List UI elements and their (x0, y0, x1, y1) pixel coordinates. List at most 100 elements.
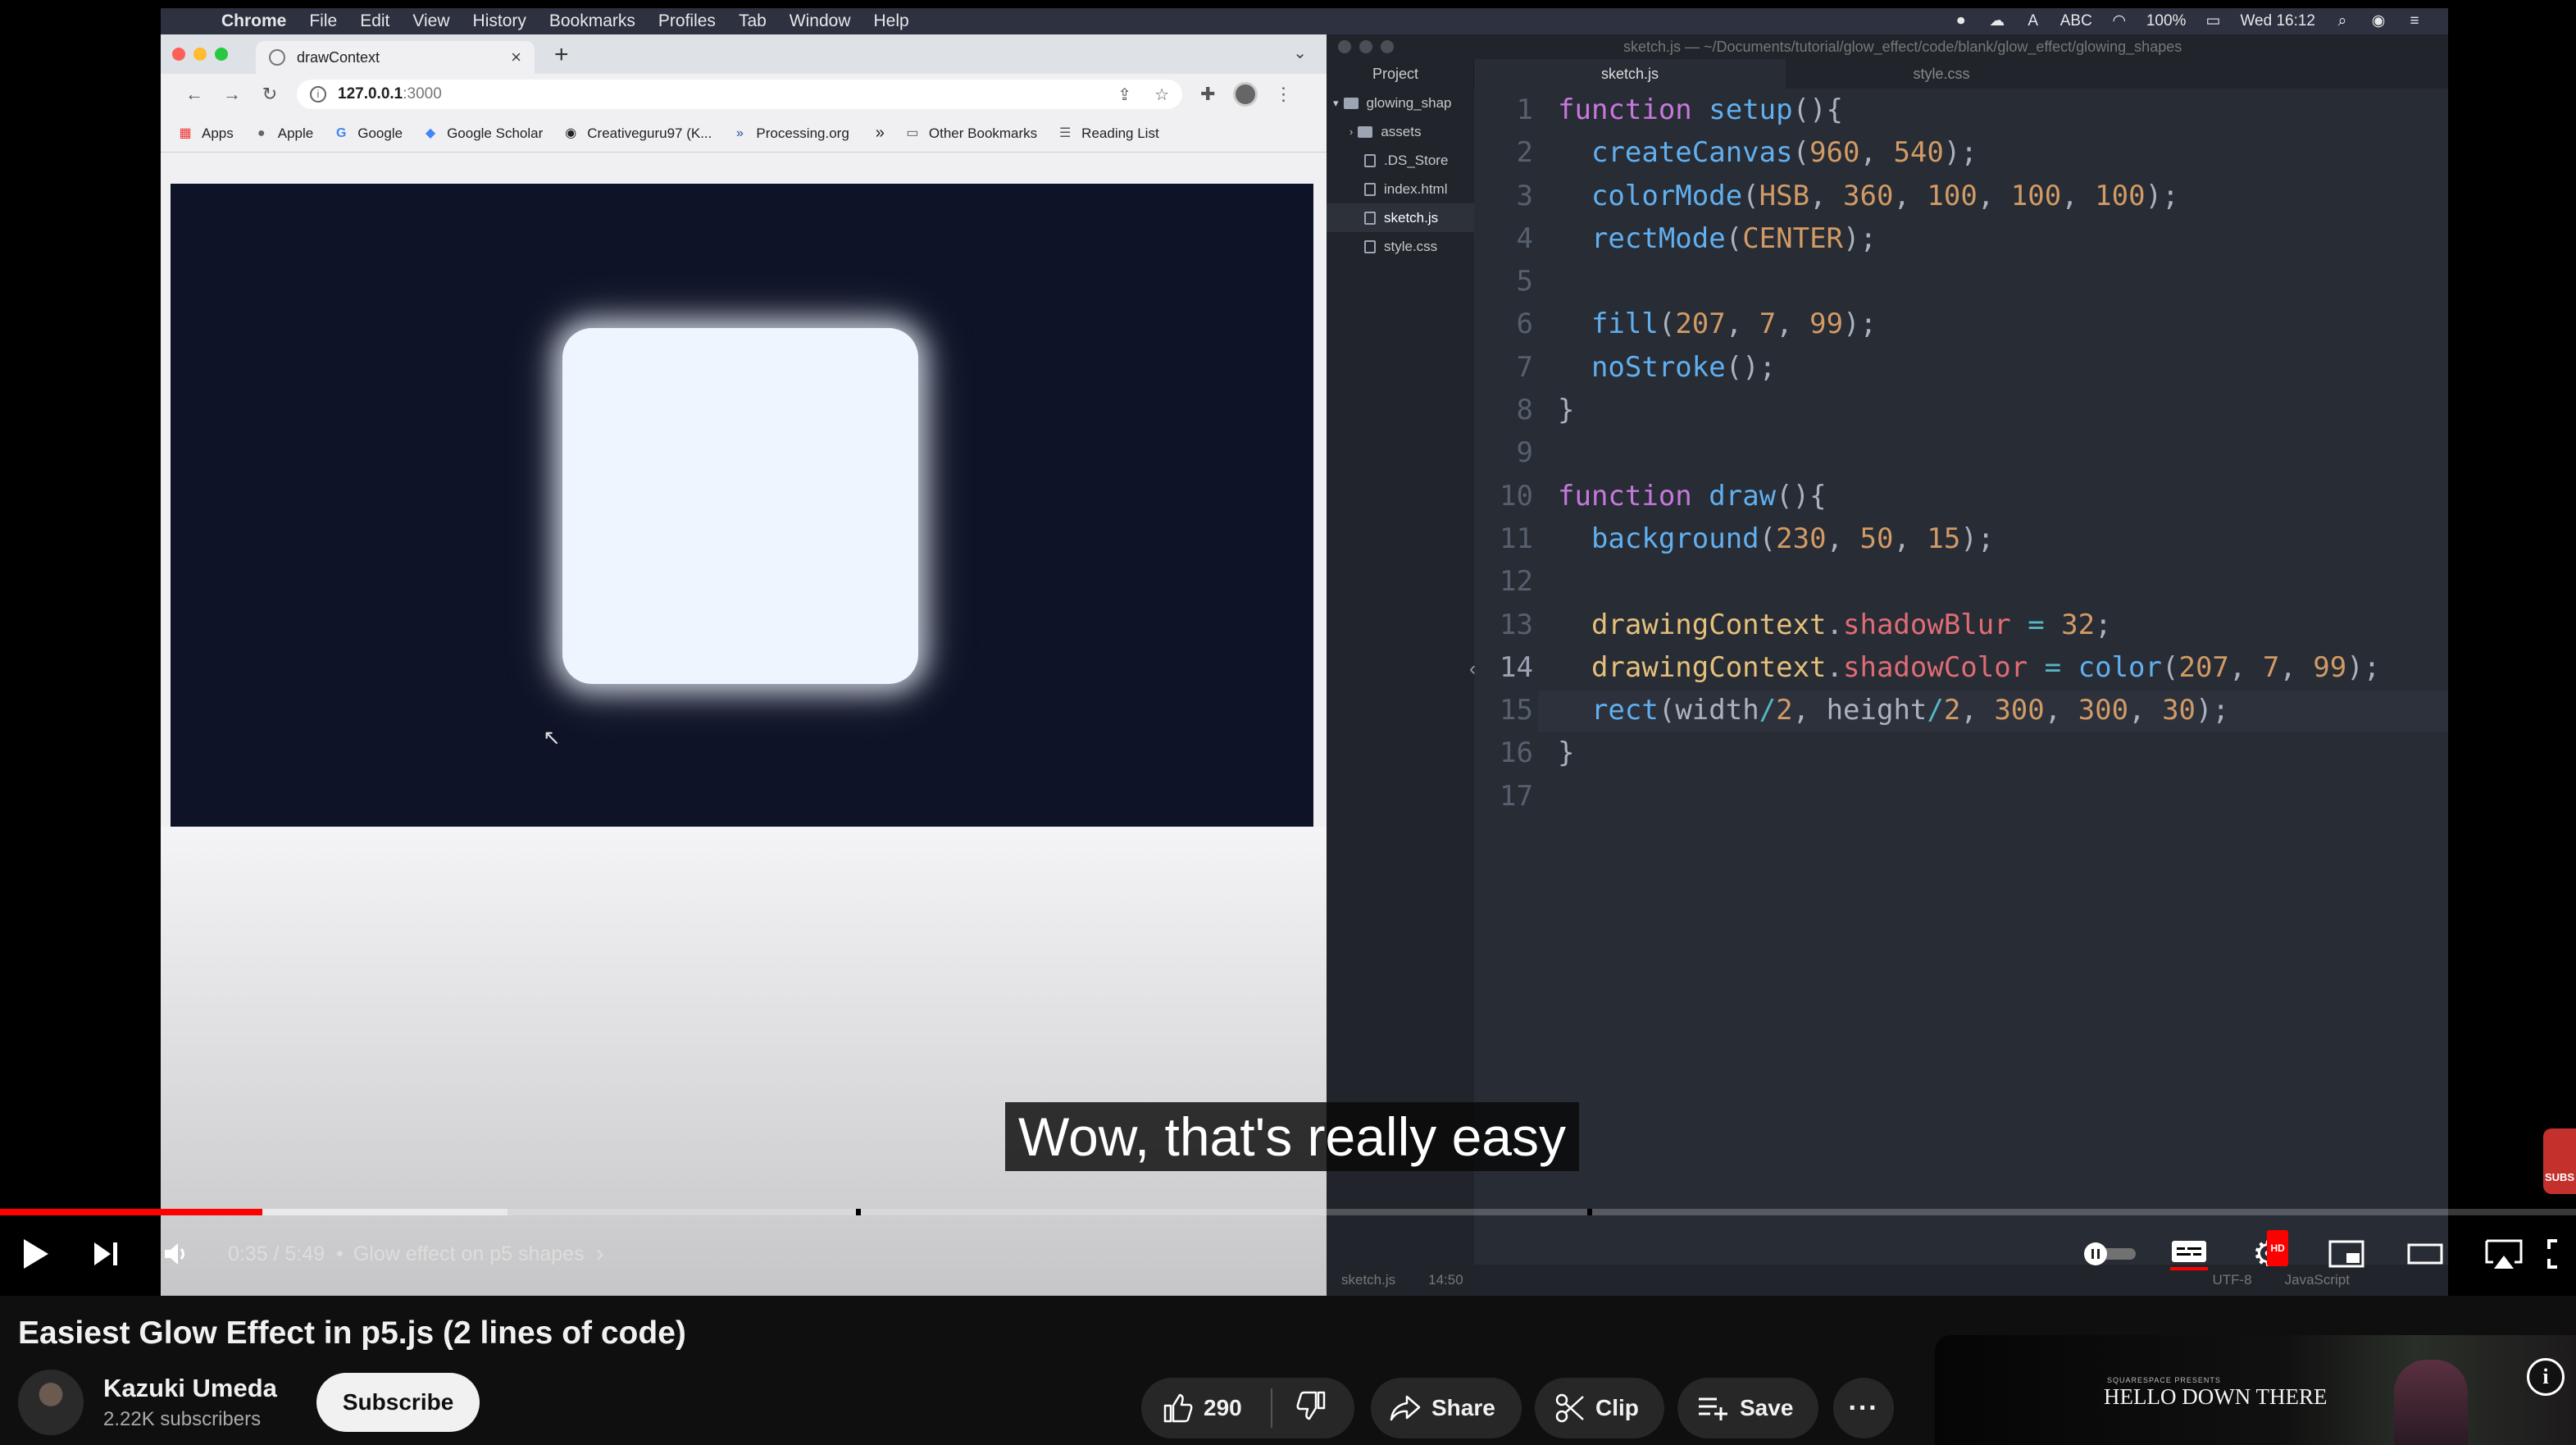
subscribe-side-button[interactable]: SUBS (2543, 1128, 2576, 1194)
thumbs-up-icon (1163, 1393, 1193, 1423)
bookmark-star-icon: ☆ (1154, 85, 1169, 104)
p5-canvas: ↖ (171, 184, 1313, 827)
control-center-icon: ≡ (2410, 12, 2419, 30)
autoplay-toggle[interactable] (2071, 1222, 2150, 1286)
share-button[interactable]: Share (1371, 1378, 1522, 1438)
scholar-icon: ◆ (425, 125, 436, 140)
file-icon (1364, 211, 1376, 225)
airplay-icon (2485, 1239, 2523, 1269)
browser-tab-strip: drawContext × + ⌄ (161, 34, 1327, 74)
progress-played (0, 1209, 263, 1215)
bookmark-processing: » Processing.org (731, 125, 849, 142)
share-icon (1390, 1395, 1421, 1421)
theater-mode-button[interactable] (2386, 1222, 2464, 1286)
scissors-icon (1555, 1393, 1584, 1423)
url-port: :3000 (403, 85, 442, 103)
github-icon: ◉ (565, 125, 577, 140)
hd-badge: HD (2267, 1230, 2288, 1266)
video-player[interactable]: Chrome File Edit View History Bookmarks … (0, 0, 2576, 1296)
tree-file-sketch-js: sketch.js (1327, 203, 1474, 232)
battery-percent: 100% (2146, 12, 2187, 30)
forward-arrow-icon: → (223, 84, 241, 104)
like-count: 290 (1204, 1395, 1242, 1420)
mouse-cursor-icon: ↖ (543, 725, 561, 750)
menu-history: History (472, 11, 526, 30)
cast-button[interactable] (2464, 1222, 2543, 1286)
play-button[interactable] (0, 1222, 71, 1286)
like-button[interactable]: 290 (1141, 1388, 1272, 1428)
cloud-icon: ☁ (1989, 12, 2005, 30)
globe-icon (269, 49, 285, 66)
next-button[interactable] (71, 1222, 141, 1286)
profile-avatar (1233, 82, 1258, 107)
more-horizontal-icon: ··· (1848, 1392, 1879, 1424)
share-page-icon: ⇪ (1117, 85, 1132, 104)
google-icon: G (336, 125, 347, 140)
fullscreen-button[interactable] (2543, 1222, 2576, 1286)
tree-file-ds-store: .DS_Store (1327, 146, 1474, 175)
editor-window-title: sketch.js — ~/Documents/tutorial/glow_ef… (1623, 38, 2182, 55)
progress-bar[interactable] (0, 1209, 2576, 1215)
macos-menubar: Chrome File Edit View History Bookmarks … (161, 8, 2448, 34)
fullscreen-icon (2547, 1239, 2557, 1269)
chevron-right-icon: › (595, 1240, 604, 1267)
wifi-icon: ◠ (2112, 12, 2127, 30)
input-source-label: ABC (2059, 12, 2092, 30)
channel-avatar[interactable] (18, 1370, 84, 1435)
settings-button[interactable]: ⚙HD (2228, 1222, 2307, 1286)
site-info-icon: i (310, 86, 326, 103)
minimize-window-icon (193, 48, 207, 61)
browser-tab-active: drawContext × (256, 41, 535, 74)
menu-help: Help (873, 11, 909, 30)
time-display: 0:35 / 5:49 (228, 1242, 325, 1265)
menu-edit: Edit (360, 11, 390, 30)
mute-button[interactable] (141, 1222, 212, 1286)
bookmarks-bar: ▦ Apps ● Apple G Google ◆ Google Scholar ◉ Cr… (161, 115, 1327, 153)
more-actions-button[interactable]: ··· (1833, 1378, 1894, 1438)
folder-icon (1343, 97, 1359, 109)
chapter-title[interactable]: • Glow effect on p5 shapes › (336, 1240, 603, 1268)
browser-menu-icon: ⋮ (1274, 84, 1293, 104)
like-dislike-group: 290 (1141, 1378, 1354, 1438)
menu-file: File (309, 11, 338, 30)
subtitles-button[interactable] (2150, 1222, 2228, 1286)
editor-close-icon (1338, 40, 1351, 53)
channel-row: Kazuki Umeda 2.22K subscribers Subscribe (18, 1370, 480, 1435)
subscriber-count: 2.22K subscribers (103, 1408, 262, 1430)
thumbs-down-icon (1296, 1391, 1326, 1420)
theater-mode-icon (2407, 1243, 2443, 1265)
miniplayer-icon (2328, 1240, 2364, 1268)
save-label: Save (1740, 1395, 1794, 1420)
share-label: Share (1431, 1395, 1495, 1420)
ad-presents-text: SQUARESPACE PRESENTS (2107, 1376, 2221, 1384)
ad-info-icon[interactable]: i (2527, 1358, 2565, 1396)
input-source-icon: A (2028, 12, 2039, 30)
bookmark-google-scholar: ◆ Google Scholar (422, 125, 543, 142)
save-button[interactable]: Save (1677, 1378, 1818, 1438)
browser-toolbar: ← → ↻ i 127.0.0.1 :3000 ⇪ ☆ ✚ ⋮ (161, 74, 1327, 115)
clip-button[interactable]: Clip (1535, 1378, 1664, 1438)
autoplay-toggle-icon (2084, 1242, 2136, 1265)
url-host: 127.0.0.1 (338, 85, 403, 103)
ad-thumbnail[interactable]: SQUARESPACE PRESENTS HELLO DOWN THERE i (1935, 1335, 2576, 1445)
line-number-gutter: 1 2 3 4 5 6 7 8 9 10 11 12 13 14 15 16 1… (1500, 93, 1533, 813)
channel-info: Kazuki Umeda 2.22K subscribers (103, 1374, 277, 1431)
channel-name[interactable]: Kazuki Umeda (103, 1374, 277, 1403)
extensions-puzzle-icon: ✚ (1200, 84, 1216, 104)
apps-grid-icon: ▦ (179, 125, 192, 140)
tree-root-folder: ▾ glowing_shap (1333, 94, 1452, 111)
menu-profiles: Profiles (658, 11, 716, 30)
miniplayer-button[interactable] (2307, 1222, 2386, 1286)
play-icon (24, 1239, 48, 1269)
bookmarks-overflow-icon: » (875, 124, 885, 142)
file-tab-sketch: sketch.js (1474, 59, 1786, 89)
subscribe-button[interactable]: Subscribe (316, 1373, 480, 1432)
ad-figure-image (2394, 1360, 2468, 1445)
dislike-button[interactable] (1272, 1390, 1327, 1427)
reading-list-icon: ☰ (1059, 125, 1072, 140)
menu-window: Window (789, 11, 851, 30)
gear-icon: ⚙HD (2252, 1230, 2288, 1271)
processing-icon: » (735, 125, 744, 140)
ad-title: HELLO DOWN THERE (2104, 1384, 2328, 1409)
menu-bookmarks: Bookmarks (548, 11, 635, 30)
